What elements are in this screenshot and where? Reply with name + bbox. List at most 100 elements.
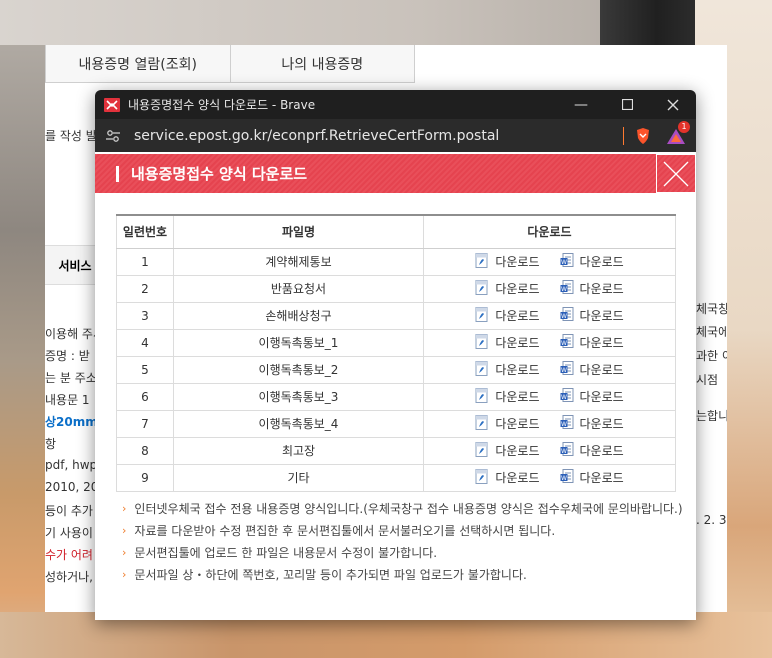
table-row: 4 이행독촉통보_1 다운로드 W 다운로드: [116, 329, 676, 357]
brave-rewards-icon[interactable]: 1: [666, 120, 690, 145]
download-label: 다운로드: [495, 471, 540, 485]
svg-text:W: W: [561, 448, 567, 455]
hwp-file-icon: [475, 387, 489, 406]
download-doc-link[interactable]: W 다운로드: [560, 360, 624, 379]
download-cell: 다운로드 W 다운로드: [423, 302, 676, 330]
row-number: 2: [116, 275, 174, 303]
tab-my-certificate[interactable]: 나의 내용증명: [230, 45, 415, 82]
download-hwp-link[interactable]: 다운로드: [475, 468, 540, 487]
divider: [623, 126, 624, 145]
download-label: 다운로드: [579, 417, 624, 431]
note-text: 문서파일 상・하단에 쪽번호, 꼬리말 등이 추가되면 파일 업로드가 불가합니…: [134, 567, 527, 582]
maximize-icon[interactable]: [604, 90, 650, 119]
hwp-file-icon: [475, 360, 489, 379]
download-cell: 다운로드 W 다운로드: [423, 437, 676, 465]
download-hwp-link[interactable]: 다운로드: [475, 252, 540, 271]
popup-header: 내용증명접수 양식 다운로드: [95, 154, 696, 193]
svg-text:W: W: [561, 367, 567, 374]
download-hwp-link[interactable]: 다운로드: [475, 279, 540, 298]
note-text: 인터넷우체국 접수 전용 내용증명 양식입니다.(우체국창구 접수 내용증명 양…: [134, 501, 683, 516]
download-doc-link[interactable]: W 다운로드: [560, 414, 624, 433]
download-doc-link[interactable]: W 다운로드: [560, 387, 624, 406]
note-item: › 문서편집툴에 업로드 한 파일은 내용문서 수정이 불가합니다.: [122, 541, 683, 563]
word-file-icon: W: [560, 387, 574, 406]
file-name: 최고장: [173, 437, 424, 465]
close-icon[interactable]: [650, 90, 696, 119]
bg-text: 항: [45, 437, 57, 451]
window-titlebar: 내용증명접수 양식 다운로드 - Brave —: [95, 90, 696, 119]
file-name: 이행독촉통보_1: [173, 329, 424, 357]
download-cell: 다운로드 W 다운로드: [423, 356, 676, 384]
word-file-icon: W: [560, 414, 574, 433]
bg-text: 상20mm: [45, 415, 98, 429]
download-label: 다운로드: [495, 309, 540, 323]
download-label: 다운로드: [579, 363, 624, 377]
download-hwp-link[interactable]: 다운로드: [475, 414, 540, 433]
row-number: 9: [116, 464, 174, 492]
brave-shield-icon[interactable]: [634, 127, 652, 145]
arrow-icon: ›: [122, 545, 127, 559]
url-text[interactable]: service.epost.go.kr/econprf.RetrieveCert…: [134, 128, 623, 144]
bg-text: 등이 추가: [45, 504, 93, 518]
note-text: 문서편집툴에 업로드 한 파일은 내용문서 수정이 불가합니다.: [134, 545, 438, 560]
column-header: 일련번호: [116, 214, 174, 249]
download-hwp-link[interactable]: 다운로드: [475, 306, 540, 325]
bg-text: 는 분 주소: [45, 371, 97, 385]
bg-tabs: 내용증명 열람(조회) 나의 내용증명: [45, 45, 415, 83]
download-label: 다운로드: [495, 255, 540, 269]
word-file-icon: W: [560, 441, 574, 460]
table-row: 8 최고장 다운로드 W 다운로드: [116, 437, 676, 465]
download-label: 다운로드: [495, 336, 540, 350]
table-row: 6 이행독촉통보_3 다운로드 W 다운로드: [116, 383, 676, 411]
table-row: 3 손해배상청구 다운로드 W 다운로드: [116, 302, 676, 330]
notes-list: › 인터넷우체국 접수 전용 내용증명 양식입니다.(우체국창구 접수 내용증명 …: [122, 497, 683, 585]
download-hwp-link[interactable]: 다운로드: [475, 360, 540, 379]
bg-text: . 2. 3.: [696, 513, 727, 527]
download-doc-link[interactable]: W 다운로드: [560, 333, 624, 352]
window-title: 내용증명접수 양식 다운로드 - Brave: [128, 98, 316, 112]
download-label: 다운로드: [495, 417, 540, 431]
download-hwp-link[interactable]: 다운로드: [475, 441, 540, 460]
download-doc-link[interactable]: W 다운로드: [560, 306, 624, 325]
bg-text: 체국창: [696, 302, 727, 316]
download-label: 다운로드: [579, 471, 624, 485]
bg-text: 를 작성 발: [45, 129, 97, 143]
download-doc-link[interactable]: W 다운로드: [560, 441, 624, 460]
hwp-file-icon: [475, 333, 489, 352]
download-hwp-link[interactable]: 다운로드: [475, 333, 540, 352]
download-hwp-link[interactable]: 다운로드: [475, 387, 540, 406]
row-number: 1: [116, 248, 174, 276]
file-name: 계약해제통보: [173, 248, 424, 276]
minimize-icon[interactable]: —: [558, 90, 604, 119]
hwp-file-icon: [475, 279, 489, 298]
svg-text:W: W: [561, 475, 567, 482]
rewards-badge: 1: [678, 120, 690, 133]
row-number: 5: [116, 356, 174, 384]
download-label: 다운로드: [579, 390, 624, 404]
download-cell: 다운로드 W 다운로드: [423, 410, 676, 438]
download-doc-link[interactable]: W 다운로드: [560, 468, 624, 487]
word-file-icon: W: [560, 333, 574, 352]
download-label: 다운로드: [579, 255, 624, 269]
arrow-icon: ›: [122, 501, 127, 515]
file-name: 반품요청서: [173, 275, 424, 303]
table-row: 1 계약해제통보 다운로드 W 다운로드: [116, 248, 676, 276]
column-header: 파일명: [173, 214, 424, 249]
site-settings-icon[interactable]: [105, 128, 121, 144]
tab-view-certificate[interactable]: 내용증명 열람(조회): [45, 45, 231, 82]
download-label: 다운로드: [579, 336, 624, 350]
table-row: 9 기타 다운로드 W 다운로드: [116, 464, 676, 492]
download-doc-link[interactable]: W 다운로드: [560, 279, 624, 298]
download-doc-link[interactable]: W 다운로드: [560, 252, 624, 271]
word-file-icon: W: [560, 360, 574, 379]
epost-logo-icon: [104, 97, 120, 112]
file-name: 기타: [173, 464, 424, 492]
svg-text:W: W: [561, 340, 567, 347]
popup-close-button[interactable]: [656, 154, 696, 193]
arrow-icon: ›: [122, 523, 127, 537]
row-number: 4: [116, 329, 174, 357]
svg-text:W: W: [561, 394, 567, 401]
arrow-icon: ›: [122, 567, 127, 581]
header-bar: [116, 165, 119, 182]
bg-text: 증명 : 받: [45, 349, 90, 363]
